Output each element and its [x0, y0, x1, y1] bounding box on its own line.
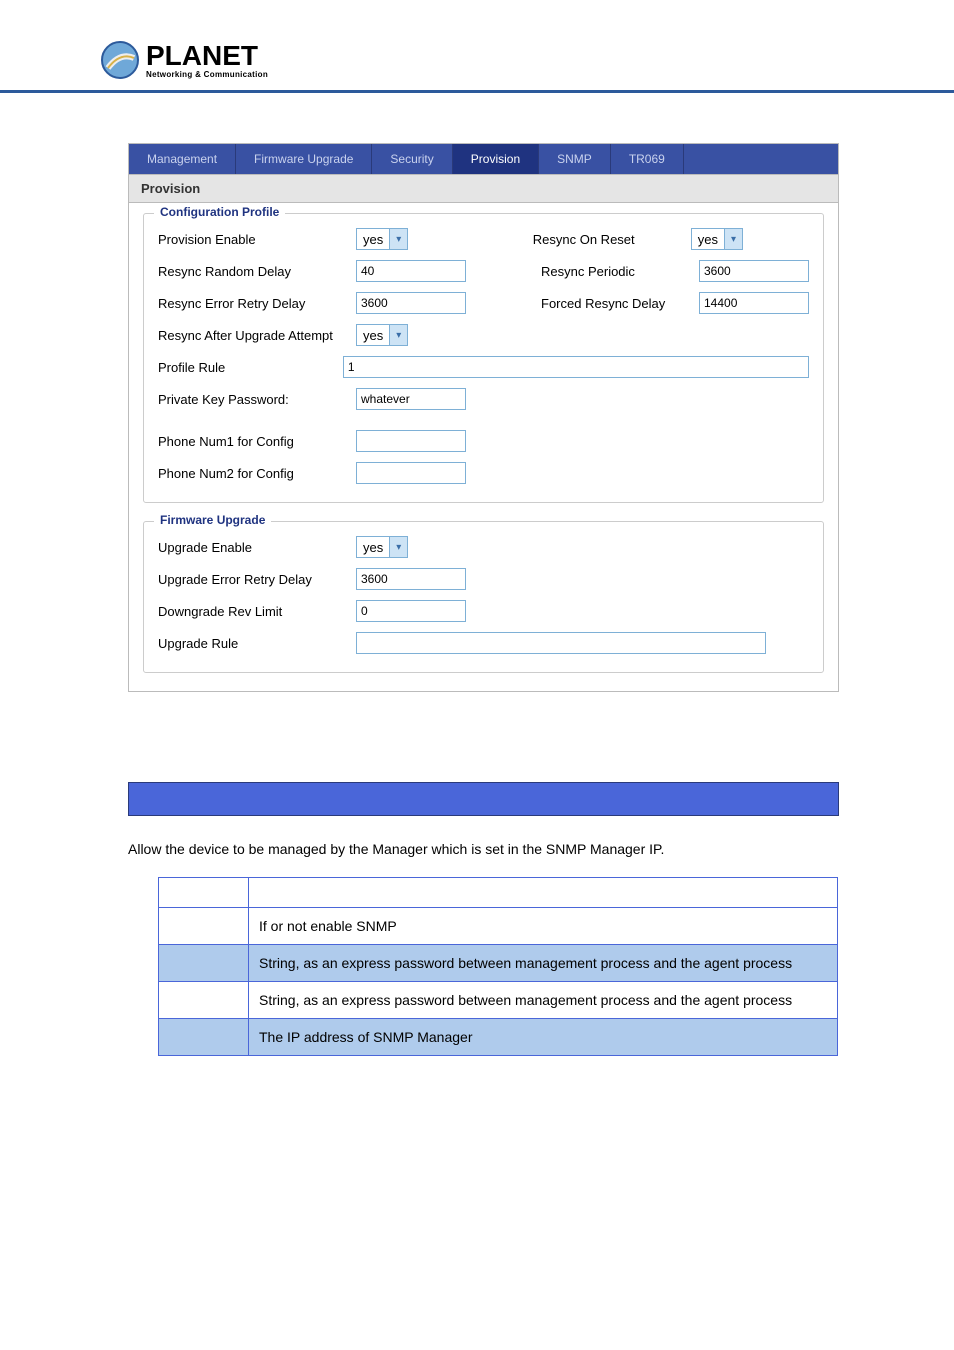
resync-after-upgrade-select[interactable]: yes ▾ [356, 324, 408, 346]
private-key-password-label: Private Key Password: [158, 392, 348, 407]
tab-firmware-upgrade[interactable]: Firmware Upgrade [236, 144, 372, 174]
table-cell [159, 982, 249, 1019]
private-key-password-input[interactable] [356, 388, 466, 410]
config-panel: Management Firmware Upgrade Security Pro… [128, 143, 839, 692]
upgrade-enable-select[interactable]: yes ▾ [356, 536, 408, 558]
phone-num1-input[interactable] [356, 430, 466, 452]
upgrade-rule-input[interactable] [356, 632, 766, 654]
downgrade-rev-limit-input[interactable] [356, 600, 466, 622]
resync-error-retry-label: Resync Error Retry Delay [158, 296, 348, 311]
logo-tagline: Networking & Communication [146, 70, 268, 79]
firmware-upgrade-legend: Firmware Upgrade [154, 513, 271, 527]
section-divider-band [128, 782, 839, 816]
tab-tr069[interactable]: TR069 [611, 144, 684, 174]
table-cell: If or not enable SNMP [249, 908, 838, 945]
table-row: The IP address of SNMP Manager [159, 1019, 838, 1056]
upgrade-enable-value: yes [357, 540, 389, 555]
table-cell [159, 1019, 249, 1056]
table-cell [159, 908, 249, 945]
upgrade-rule-label: Upgrade Rule [158, 636, 348, 651]
table-cell [159, 945, 249, 982]
provision-enable-select[interactable]: yes ▾ [356, 228, 408, 250]
resync-periodic-input[interactable] [699, 260, 809, 282]
forced-resync-delay-input[interactable] [699, 292, 809, 314]
table-cell: String, as an express password between m… [249, 945, 838, 982]
resync-after-upgrade-label: Resync After Upgrade Attempt [158, 328, 348, 343]
resync-on-reset-value: yes [692, 232, 724, 247]
logo-text: PLANET [146, 42, 268, 70]
table-cell: The IP address of SNMP Manager [249, 1019, 838, 1056]
forced-resync-delay-label: Forced Resync Delay [541, 296, 691, 311]
snmp-intro-text: Allow the device to be managed by the Ma… [128, 841, 839, 857]
resync-random-delay-input[interactable] [356, 260, 466, 282]
phone-num2-label: Phone Num2 for Config [158, 466, 348, 481]
upgrade-enable-label: Upgrade Enable [158, 540, 348, 555]
table-cell: String, as an express password between m… [249, 982, 838, 1019]
phone-num2-input[interactable] [356, 462, 466, 484]
table-row [159, 878, 838, 908]
chevron-down-icon: ▾ [724, 229, 742, 249]
chevron-down-icon: ▾ [389, 537, 407, 557]
resync-on-reset-label: Resync On Reset [533, 232, 683, 247]
provision-enable-label: Provision Enable [158, 232, 348, 247]
chevron-down-icon: ▾ [389, 325, 407, 345]
logo: PLANET Networking & Communication [100, 40, 954, 80]
upgrade-error-retry-input[interactable] [356, 568, 466, 590]
globe-icon [100, 40, 140, 80]
table-cell [159, 878, 249, 908]
tabs: Management Firmware Upgrade Security Pro… [129, 144, 838, 174]
profile-rule-input[interactable] [343, 356, 809, 378]
chevron-down-icon: ▾ [389, 229, 407, 249]
resync-periodic-label: Resync Periodic [541, 264, 691, 279]
table-row: String, as an express password between m… [159, 945, 838, 982]
phone-num1-label: Phone Num1 for Config [158, 434, 348, 449]
profile-rule-label: Profile Rule [158, 360, 335, 375]
provision-enable-value: yes [357, 232, 389, 247]
resync-error-retry-input[interactable] [356, 292, 466, 314]
snmp-parameter-table: If or not enable SNMP String, as an expr… [158, 877, 838, 1056]
tab-security[interactable]: Security [372, 144, 452, 174]
page-header: PLANET Networking & Communication [0, 0, 954, 93]
resync-random-delay-label: Resync Random Delay [158, 264, 348, 279]
downgrade-rev-limit-label: Downgrade Rev Limit [158, 604, 348, 619]
tab-snmp[interactable]: SNMP [539, 144, 611, 174]
upgrade-error-retry-label: Upgrade Error Retry Delay [158, 572, 348, 587]
resync-on-reset-select[interactable]: yes ▾ [691, 228, 743, 250]
table-row: If or not enable SNMP [159, 908, 838, 945]
resync-after-upgrade-value: yes [357, 328, 389, 343]
section-title: Provision [129, 174, 838, 203]
configuration-profile-legend: Configuration Profile [154, 205, 285, 219]
tab-management[interactable]: Management [129, 144, 236, 174]
tab-provision[interactable]: Provision [453, 144, 539, 174]
table-row: String, as an express password between m… [159, 982, 838, 1019]
firmware-upgrade-fieldset: Firmware Upgrade Upgrade Enable yes ▾ Up… [143, 521, 824, 673]
configuration-profile-fieldset: Configuration Profile Provision Enable y… [143, 213, 824, 503]
table-cell [249, 878, 838, 908]
